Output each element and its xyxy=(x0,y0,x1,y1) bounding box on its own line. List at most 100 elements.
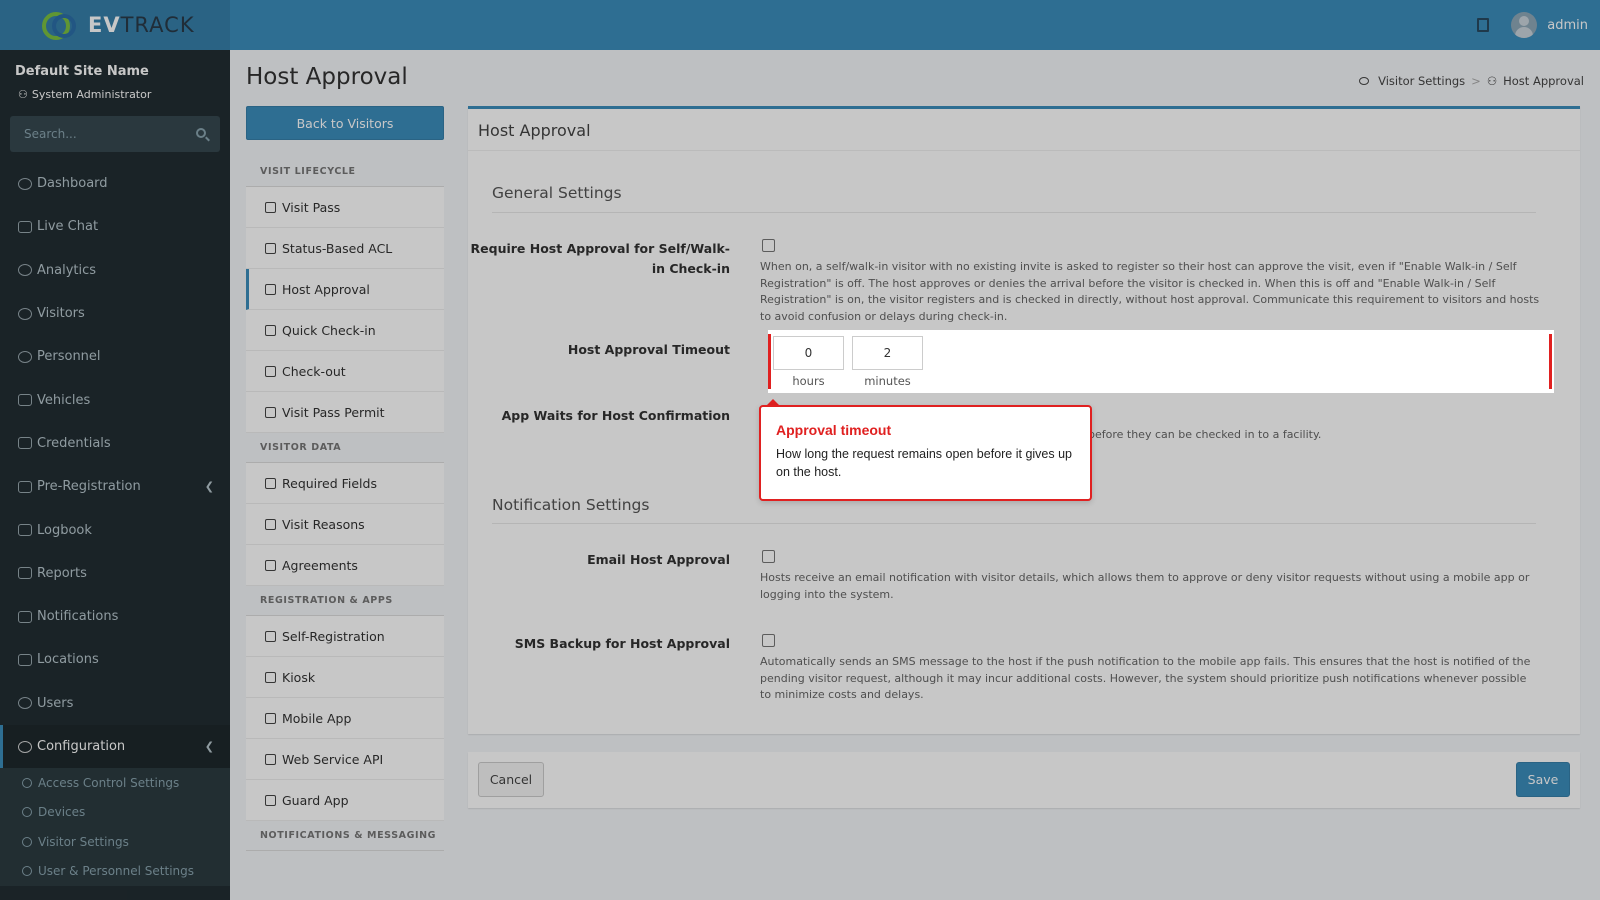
sidebar-item-users[interactable]: Users xyxy=(0,682,230,725)
sms-backup-help: Automatically sends an SMS message to th… xyxy=(760,655,1531,701)
logo-icon xyxy=(38,10,86,40)
sign-out-icon xyxy=(265,365,276,377)
sms-backup-checkbox[interactable] xyxy=(762,634,775,647)
menu-item-check-out[interactable]: Check-out xyxy=(246,351,444,392)
submenu-user-personnel-settings[interactable]: User & Personnel Settings xyxy=(0,857,230,887)
menu-item-quick-check-in[interactable]: Quick Check-in xyxy=(246,310,444,351)
breadcrumb: Visitor Settings > ⚇ Host Approval xyxy=(1359,74,1584,88)
sidebar-item-configuration[interactable]: Configuration ❮ xyxy=(0,724,230,769)
sidebar-item-live-chat[interactable]: Live Chat xyxy=(0,205,230,248)
submenu-devices[interactable]: Devices xyxy=(0,798,230,828)
menu-header-visitor-data: VISITOR DATA xyxy=(246,433,444,463)
eye-icon xyxy=(18,307,32,320)
site-name: Default Site Name xyxy=(15,64,149,79)
sidebar-item-notifications[interactable]: Notifications xyxy=(0,595,230,638)
callout-title: Approval timeout xyxy=(776,422,892,438)
menu-item-kiosk[interactable]: Kiosk xyxy=(246,657,444,698)
callout-body: How long the request remains open before… xyxy=(776,447,1073,479)
sidebar-item-credentials[interactable]: Credentials xyxy=(0,422,230,465)
menu-header-notifications-messaging: NOTIFICATIONS & MESSAGING xyxy=(246,821,444,851)
notification-settings-title: Notification Settings xyxy=(492,496,650,514)
divider xyxy=(492,523,1536,524)
menu-item-status-based-acl[interactable]: Status-Based ACL xyxy=(246,228,444,269)
checklist-icon xyxy=(265,477,276,489)
menu-item-self-registration[interactable]: Self-Registration xyxy=(246,616,444,657)
user-menu[interactable]: admin xyxy=(1511,12,1588,38)
require-host-approval-checkbox[interactable] xyxy=(762,239,775,252)
page-title: Host Approval xyxy=(246,64,408,90)
require-host-approval-label: Require Host Approval for Self/Walk-in C… xyxy=(470,241,730,276)
sidebar-item-personnel[interactable]: Personnel xyxy=(0,335,230,378)
menu-item-host-approval[interactable]: Host Approval xyxy=(246,269,444,310)
user-check-icon xyxy=(265,283,276,295)
user-role: ⚇ System Administrator xyxy=(18,88,152,101)
chevron-left-icon: ❮ xyxy=(204,480,214,494)
require-host-approval-help: When on, a self/walk-in visitor with no … xyxy=(760,260,1540,323)
menu-item-web-service-api[interactable]: Web Service API xyxy=(246,739,444,780)
avatar xyxy=(1511,12,1538,38)
timeout-minutes-input[interactable] xyxy=(852,336,923,370)
configuration-submenu: Access Control Settings Devices Visitor … xyxy=(0,768,230,887)
menu-item-required-fields[interactable]: Required Fields xyxy=(246,463,444,504)
users-icon xyxy=(18,697,32,710)
mobile-icon xyxy=(265,712,276,724)
timeout-hours-input[interactable] xyxy=(773,336,844,370)
sidebar-item-locations[interactable]: Locations xyxy=(0,638,230,681)
user-icon: ⚇ xyxy=(18,88,28,101)
sidebar-item-pre-registration[interactable]: Pre-Registration ❮ xyxy=(0,465,230,508)
menu-header-visit-lifecycle: VISIT LIFECYCLE xyxy=(246,157,444,187)
analytics-icon xyxy=(18,264,32,277)
search-icon[interactable] xyxy=(196,128,206,138)
permit-icon xyxy=(265,406,276,418)
grid-icon xyxy=(265,630,276,642)
sidebar-item-vehicles[interactable]: Vehicles xyxy=(0,378,230,421)
brand-logo[interactable]: EVTRACK xyxy=(0,0,230,50)
shield-icon xyxy=(265,794,276,806)
sidebar-item-analytics[interactable]: Analytics xyxy=(0,249,230,292)
personnel-icon xyxy=(18,350,32,363)
book-icon[interactable] xyxy=(1477,18,1490,32)
sidebar-item-reports[interactable]: Reports xyxy=(0,552,230,595)
cancel-button[interactable]: Cancel xyxy=(478,762,544,797)
breadcrumb-current: Host Approval xyxy=(1503,74,1584,88)
shapes-icon xyxy=(265,518,276,530)
eye-icon xyxy=(1359,77,1370,85)
app-waits-help: before they can be checked in to a facil… xyxy=(1088,428,1322,441)
general-settings-title: General Settings xyxy=(492,184,622,202)
menu-item-mobile-app[interactable]: Mobile App xyxy=(246,698,444,739)
gear-icon xyxy=(18,740,32,753)
breadcrumb-parent[interactable]: Visitor Settings xyxy=(1378,74,1465,88)
submenu-visitor-settings[interactable]: Visitor Settings xyxy=(0,827,230,857)
user-check-icon: ⚇ xyxy=(1486,74,1498,88)
door-icon xyxy=(265,324,276,336)
approval-timeout-callout: Approval timeout How long the request re… xyxy=(759,405,1092,501)
panel-title: Host Approval xyxy=(468,109,1580,151)
minutes-label: minutes xyxy=(864,374,911,388)
users-icon xyxy=(22,866,32,877)
menu-item-visit-pass[interactable]: Visit Pass xyxy=(246,187,444,228)
app-waits-label: App Waits for Host Confirmation xyxy=(501,408,730,423)
save-button[interactable]: Save xyxy=(1516,762,1570,797)
dashboard-icon xyxy=(18,177,32,190)
menu-header-registration-apps: REGISTRATION & APPS xyxy=(246,586,444,616)
menu-item-visit-pass-permit[interactable]: Visit Pass Permit xyxy=(246,392,444,433)
arrows-icon xyxy=(265,753,276,765)
back-to-visitors-button[interactable]: Back to Visitors xyxy=(246,106,444,140)
lock-icon xyxy=(22,777,32,788)
sidebar-nav: Dashboard Live Chat Analytics Visitors P… xyxy=(0,162,230,887)
document-icon xyxy=(265,559,276,571)
menu-item-agreements[interactable]: Agreements xyxy=(246,545,444,586)
logo-text: EVTRACK xyxy=(88,13,195,37)
host-approval-timeout-label: Host Approval Timeout xyxy=(567,342,730,357)
ticket-icon xyxy=(265,201,276,213)
sidebar-item-logbook[interactable]: Logbook xyxy=(0,508,230,551)
submenu-access-control-settings[interactable]: Access Control Settings xyxy=(0,768,230,798)
menu-item-visit-reasons[interactable]: Visit Reasons xyxy=(246,504,444,545)
email-host-approval-checkbox[interactable] xyxy=(762,550,775,563)
search-input[interactable] xyxy=(10,116,220,152)
car-icon xyxy=(18,394,32,407)
eye-icon xyxy=(22,836,32,847)
sidebar-item-dashboard[interactable]: Dashboard xyxy=(0,162,230,205)
sidebar-item-visitors[interactable]: Visitors xyxy=(0,292,230,335)
menu-item-guard-app[interactable]: Guard App xyxy=(246,780,444,821)
